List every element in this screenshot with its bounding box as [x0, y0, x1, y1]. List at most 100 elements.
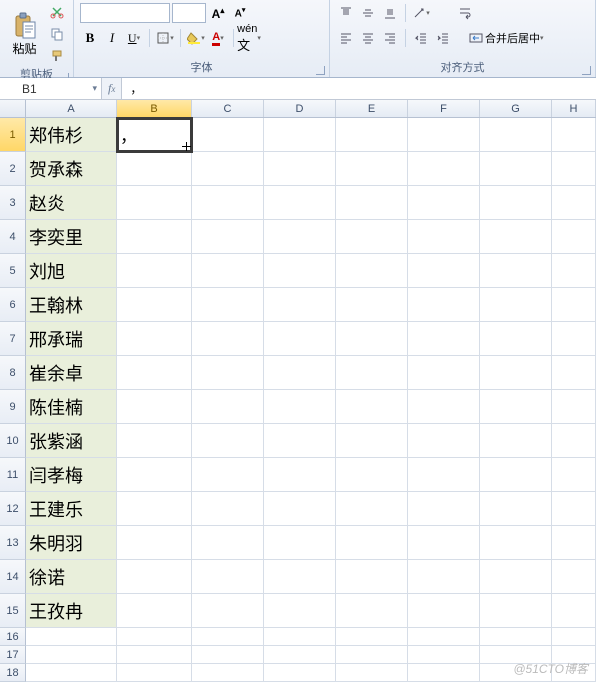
cell-C7[interactable] — [192, 322, 264, 356]
fill-color-button[interactable]: ▾ — [186, 28, 206, 48]
row-header-16[interactable]: 16 — [0, 628, 26, 646]
select-all-corner[interactable] — [0, 100, 26, 117]
cell-E7[interactable] — [336, 322, 408, 356]
cell-A11[interactable]: 闫孝梅 — [26, 458, 117, 492]
cell-B1[interactable]: ， — [117, 118, 192, 152]
cell-A5[interactable]: 刘旭 — [26, 254, 117, 288]
cell-F17[interactable] — [408, 646, 480, 664]
cell-B11[interactable] — [117, 458, 192, 492]
cell-F8[interactable] — [408, 356, 480, 390]
cell-H13[interactable] — [552, 526, 596, 560]
cell-D1[interactable] — [264, 118, 336, 152]
cell-D8[interactable] — [264, 356, 336, 390]
cell-F15[interactable] — [408, 594, 480, 628]
cell-H6[interactable] — [552, 288, 596, 322]
cell-B7[interactable] — [117, 322, 192, 356]
cell-G11[interactable] — [480, 458, 552, 492]
cell-F13[interactable] — [408, 526, 480, 560]
cell-H12[interactable] — [552, 492, 596, 526]
cell-A3[interactable]: 赵炎 — [26, 186, 117, 220]
cell-E11[interactable] — [336, 458, 408, 492]
cell-G7[interactable] — [480, 322, 552, 356]
cell-E4[interactable] — [336, 220, 408, 254]
col-header-F[interactable]: F — [408, 100, 480, 117]
row-header-18[interactable]: 18 — [0, 664, 26, 682]
cell-F2[interactable] — [408, 152, 480, 186]
cell-G13[interactable] — [480, 526, 552, 560]
row-header-10[interactable]: 10 — [0, 424, 26, 458]
row-header-5[interactable]: 5 — [0, 254, 26, 288]
cell-H14[interactable] — [552, 560, 596, 594]
phonetic-button[interactable]: wén文▾ — [239, 28, 259, 48]
align-top-button[interactable] — [336, 3, 356, 23]
cell-H5[interactable] — [552, 254, 596, 288]
cell-G4[interactable] — [480, 220, 552, 254]
cell-G2[interactable] — [480, 152, 552, 186]
grid[interactable]: 1郑伟杉，2贺承森3赵炎4李奕里5刘旭6王翰林7邢承瑞8崔余卓9陈佳楠10张紫涵… — [0, 118, 596, 682]
cell-D12[interactable] — [264, 492, 336, 526]
align-bottom-button[interactable] — [380, 3, 400, 23]
row-header-17[interactable]: 17 — [0, 646, 26, 664]
cut-button[interactable] — [47, 2, 67, 22]
cell-C6[interactable] — [192, 288, 264, 322]
row-header-4[interactable]: 4 — [0, 220, 26, 254]
row-header-14[interactable]: 14 — [0, 560, 26, 594]
cell-C17[interactable] — [192, 646, 264, 664]
cell-A10[interactable]: 张紫涵 — [26, 424, 117, 458]
cell-E18[interactable] — [336, 664, 408, 682]
copy-button[interactable] — [47, 24, 67, 44]
cell-D4[interactable] — [264, 220, 336, 254]
row-header-15[interactable]: 15 — [0, 594, 26, 628]
cell-B2[interactable] — [117, 152, 192, 186]
underline-button[interactable]: U▾ — [124, 28, 144, 48]
cell-H15[interactable] — [552, 594, 596, 628]
cell-C16[interactable] — [192, 628, 264, 646]
cell-C18[interactable] — [192, 664, 264, 682]
orientation-button[interactable]: ▾ — [411, 3, 431, 23]
cell-C9[interactable] — [192, 390, 264, 424]
row-header-3[interactable]: 3 — [0, 186, 26, 220]
cell-B10[interactable] — [117, 424, 192, 458]
cell-D13[interactable] — [264, 526, 336, 560]
cell-A4[interactable]: 李奕里 — [26, 220, 117, 254]
cell-C2[interactable] — [192, 152, 264, 186]
row-header-13[interactable]: 13 — [0, 526, 26, 560]
col-header-A[interactable]: A — [26, 100, 117, 117]
cell-F7[interactable] — [408, 322, 480, 356]
cell-G8[interactable] — [480, 356, 552, 390]
align-center-button[interactable] — [358, 28, 378, 48]
format-painter-button[interactable] — [47, 46, 67, 66]
cell-B15[interactable] — [117, 594, 192, 628]
paste-button[interactable]: 粘贴 — [6, 12, 43, 57]
cell-B5[interactable] — [117, 254, 192, 288]
cell-D11[interactable] — [264, 458, 336, 492]
cell-B17[interactable] — [117, 646, 192, 664]
cell-E17[interactable] — [336, 646, 408, 664]
cell-F18[interactable] — [408, 664, 480, 682]
cell-D3[interactable] — [264, 186, 336, 220]
cell-A8[interactable]: 崔余卓 — [26, 356, 117, 390]
cell-A13[interactable]: 朱明羽 — [26, 526, 117, 560]
cell-E13[interactable] — [336, 526, 408, 560]
cell-F1[interactable] — [408, 118, 480, 152]
fill-handle[interactable] — [181, 141, 192, 152]
cell-A17[interactable] — [26, 646, 117, 664]
cell-B14[interactable] — [117, 560, 192, 594]
cell-E3[interactable] — [336, 186, 408, 220]
font-size-input[interactable] — [172, 3, 206, 23]
italic-button[interactable]: I — [102, 28, 122, 48]
cell-D14[interactable] — [264, 560, 336, 594]
cell-D5[interactable] — [264, 254, 336, 288]
increase-font-button[interactable]: A▴ — [208, 3, 228, 23]
cell-F3[interactable] — [408, 186, 480, 220]
cell-C4[interactable] — [192, 220, 264, 254]
cell-G5[interactable] — [480, 254, 552, 288]
row-header-2[interactable]: 2 — [0, 152, 26, 186]
decrease-font-button[interactable]: A▾ — [230, 3, 250, 23]
cell-D7[interactable] — [264, 322, 336, 356]
cell-G16[interactable] — [480, 628, 552, 646]
font-family-input[interactable] — [80, 3, 170, 23]
cell-F12[interactable] — [408, 492, 480, 526]
cell-G9[interactable] — [480, 390, 552, 424]
cell-C3[interactable] — [192, 186, 264, 220]
